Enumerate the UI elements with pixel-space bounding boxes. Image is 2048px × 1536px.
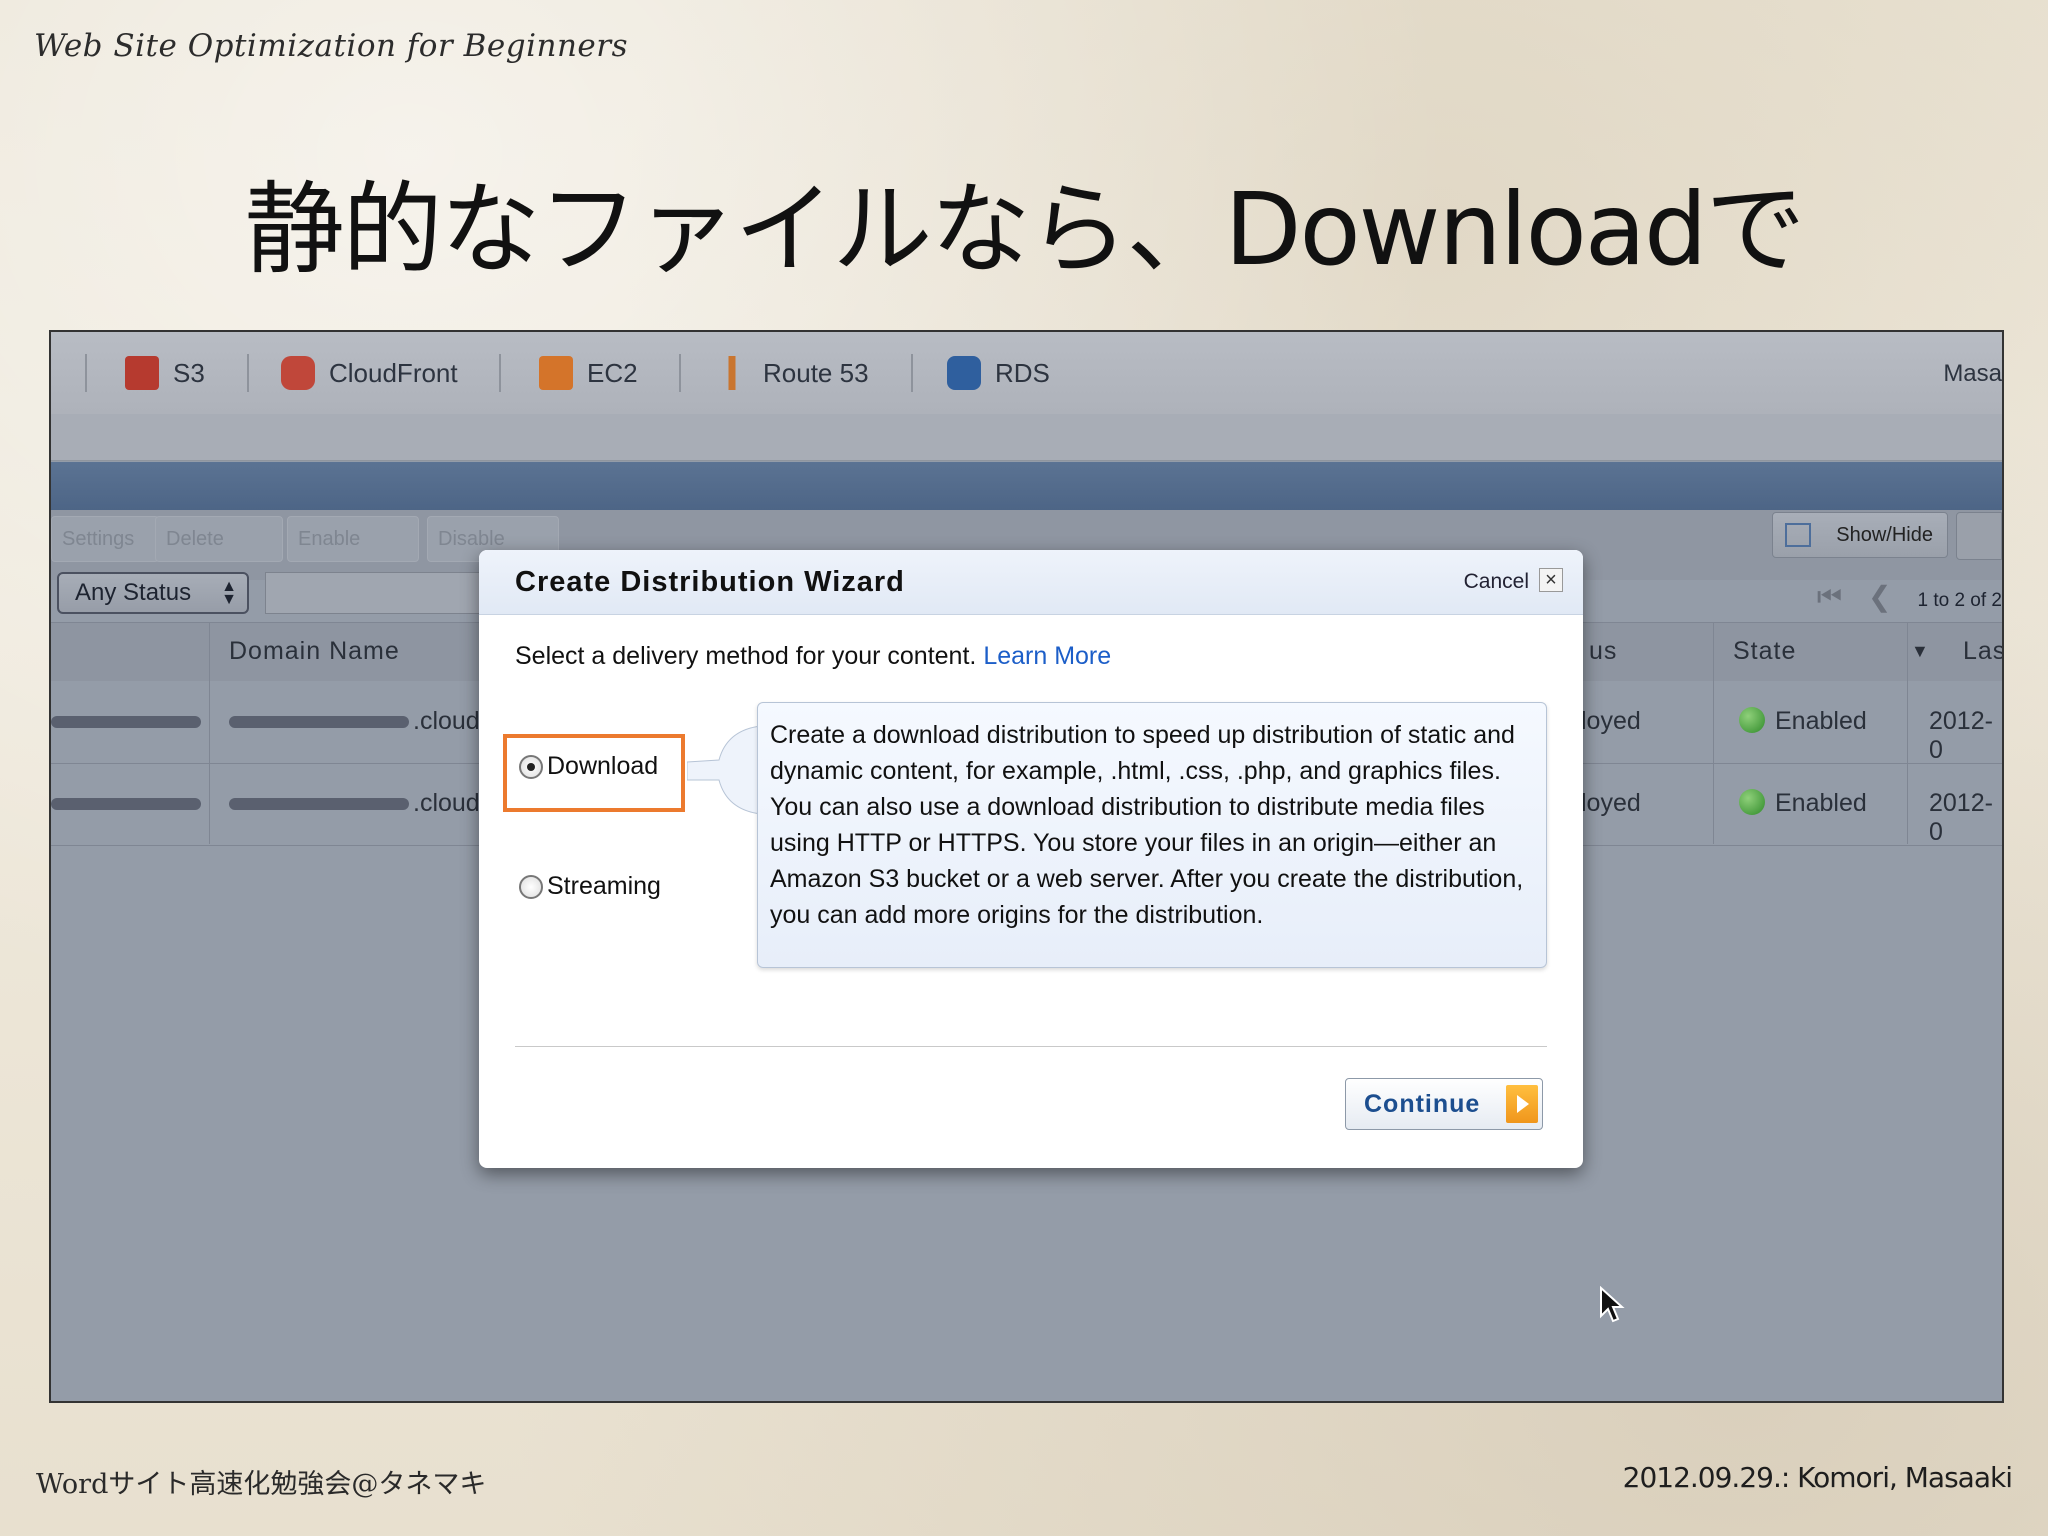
download-option[interactable]: Download [519, 752, 658, 781]
first-page-icon[interactable]: ⏮ [1817, 581, 1842, 612]
enabled-status-icon [1739, 707, 1765, 733]
streaming-label: Streaming [547, 872, 661, 900]
nav-separator [499, 354, 501, 392]
nav-s3-label: S3 [173, 357, 205, 388]
nav-cloudfront[interactable]: CloudFront [281, 352, 458, 394]
nav-ec2[interactable]: EC2 [539, 352, 638, 394]
show-hide-button[interactable]: Show/Hide [1772, 512, 1948, 558]
callout-pointer [687, 726, 761, 814]
nav-separator [911, 354, 913, 392]
column-status[interactable]: us [1589, 637, 1617, 666]
s3-icon [125, 356, 159, 390]
select-arrows-icon: ▲ ▼ [221, 578, 237, 608]
streaming-radio[interactable] [519, 874, 543, 899]
row-domain: .cloud [229, 707, 480, 736]
download-radio[interactable] [519, 754, 543, 779]
enabled-status-icon [1739, 789, 1765, 815]
nav-s3[interactable]: S3 [125, 352, 205, 394]
account-menu[interactable]: Masa [1943, 360, 2002, 388]
ec2-icon [539, 356, 573, 390]
row-state: Enabled [1739, 707, 1867, 736]
status-filter-value: Any Status [75, 579, 192, 606]
column-domain-name[interactable]: Domain Name [229, 637, 400, 666]
pagination-label: 1 to 2 of 2 [1917, 590, 2002, 611]
prompt-text: Select a delivery method for your conten… [515, 642, 977, 670]
streaming-option[interactable]: Streaming [519, 872, 661, 901]
row-id-redacted [51, 707, 201, 736]
slide-subtitle: Web Site Optimization for Beginners [34, 28, 628, 64]
nav-separator [247, 354, 249, 392]
delete-button[interactable]: Delete [155, 516, 283, 562]
service-nav-bar: S3 CloudFront EC2 Route 53 RDS Masa [51, 332, 2002, 414]
row-state: Enabled [1739, 789, 1867, 818]
cloudfront-icon [281, 356, 315, 390]
row-status: loyed [1581, 789, 1641, 817]
row-date: 2012-0 [1929, 707, 1993, 764]
method-description: Create a download distribution to speed … [757, 702, 1547, 968]
pagination: ⏮ ❮ 1 to 2 of 2 [1817, 580, 2002, 614]
dialog-title: Create Distribution Wizard [515, 566, 905, 598]
nav-route53-label: Route 53 [763, 357, 869, 388]
mouse-cursor-icon [1600, 1286, 1625, 1323]
column-state[interactable]: State [1733, 637, 1796, 666]
nav-rds-label: RDS [995, 357, 1050, 388]
nav-separator [85, 354, 87, 392]
show-hide-label: Show/Hide [1836, 523, 1933, 546]
refresh-button[interactable] [1956, 512, 2002, 560]
sort-desc-icon[interactable]: ▼ [1911, 641, 1930, 662]
nav-rds[interactable]: RDS [947, 352, 1050, 394]
settings-button[interactable]: Settings [51, 516, 159, 562]
nav-ec2-label: EC2 [587, 357, 638, 388]
slide-title: 静的なファイルなら、Downloadで [244, 171, 1805, 288]
dialog-prompt: Select a delivery method for your conten… [515, 642, 1111, 671]
column-last-modified[interactable]: Las [1963, 637, 2002, 666]
learn-more-link[interactable]: Learn More [983, 642, 1111, 670]
route53-icon [715, 356, 749, 390]
sub-bar [51, 414, 2002, 461]
nav-separator [679, 354, 681, 392]
header-bar [51, 462, 2002, 510]
download-label: Download [547, 752, 659, 780]
footer-event: Wordサイト高速化勉強会@タネマキ [36, 1469, 487, 1500]
nav-route53[interactable]: Route 53 [715, 352, 869, 394]
enable-button[interactable]: Enable [287, 516, 419, 562]
rds-icon [947, 356, 981, 390]
nav-cloudfront-label: CloudFront [329, 357, 458, 388]
row-id-redacted [51, 789, 201, 818]
dialog-header: Create Distribution Wizard Cancel × [479, 550, 1583, 615]
dialog-divider [515, 1046, 1547, 1047]
columns-icon [1785, 523, 1811, 547]
continue-label: Continue [1364, 1089, 1481, 1118]
arrow-right-icon [1506, 1085, 1538, 1123]
prev-page-icon[interactable]: ❮ [1868, 581, 1891, 612]
cancel-link[interactable]: Cancel [1464, 570, 1529, 594]
row-domain: .cloud [229, 789, 480, 818]
footer-date-author: 2012.09.29.: Komori, Masaaki [1622, 1461, 2013, 1494]
row-date: 2012-0 [1929, 789, 1993, 846]
console-screenshot: S3 CloudFront EC2 Route 53 RDS Masa Sett… [49, 330, 2004, 1403]
close-icon[interactable]: × [1539, 568, 1563, 592]
continue-button[interactable]: Continue [1345, 1078, 1543, 1130]
status-filter-select[interactable]: Any Status ▲ ▼ [57, 572, 249, 614]
row-status: loyed [1581, 707, 1641, 735]
create-distribution-dialog: Create Distribution Wizard Cancel × Sele… [479, 550, 1583, 1168]
